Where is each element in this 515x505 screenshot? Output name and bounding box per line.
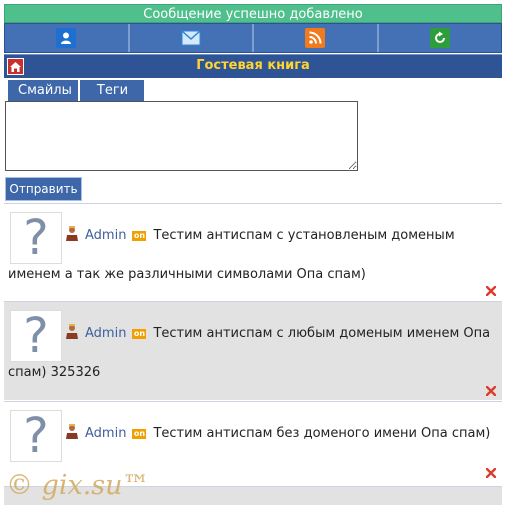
editor-tabs: Смайлы Теги — [8, 80, 146, 101]
success-notice: Сообщение успешно добавлено — [4, 4, 502, 23]
delete-icon[interactable] — [486, 468, 496, 478]
tab-tags[interactable]: Теги — [80, 80, 144, 101]
admin-role-icon — [66, 424, 78, 439]
post-text: Admin on Тестим антиспам без доменого имен… — [8, 414, 500, 453]
message-textarea[interactable] — [5, 101, 358, 171]
post-message: Тестим антиспам с любым доменым именем О… — [8, 326, 491, 380]
page-title: Гостевая книга — [196, 58, 310, 73]
online-badge: on — [132, 231, 147, 241]
user-icon — [56, 28, 77, 48]
mail-button[interactable] — [129, 24, 254, 52]
page-header: Гостевая книга — [4, 54, 502, 78]
post-author[interactable]: Admin — [85, 426, 126, 441]
post-text: Admin on Тестим антиспам с любым доменым и… — [8, 314, 500, 392]
post-message: Тестим антиспам без доменого имени Опа с… — [153, 426, 491, 441]
refresh-button[interactable] — [378, 24, 501, 52]
top-navbar — [4, 23, 502, 53]
post-author[interactable]: Admin — [85, 228, 126, 243]
delete-icon[interactable] — [486, 286, 496, 296]
admin-role-icon — [66, 324, 78, 339]
post-item: ? Admin on Тестим антиспам с установленым … — [4, 203, 502, 300]
refresh-icon — [429, 28, 450, 48]
online-badge: on — [132, 429, 147, 439]
mail-icon — [181, 28, 201, 48]
profile-button[interactable] — [5, 24, 130, 52]
rss-icon — [305, 28, 326, 48]
delete-icon[interactable] — [486, 386, 496, 396]
online-badge: on — [132, 329, 147, 339]
send-button[interactable]: Отправить — [5, 177, 82, 201]
post-text: Admin on Тестим антиспам с установленым до… — [8, 216, 500, 294]
admin-role-icon — [66, 226, 78, 241]
post-author[interactable]: Admin — [85, 326, 126, 341]
watermark: © gix.su™ — [6, 470, 150, 501]
rss-button[interactable] — [254, 24, 379, 52]
tab-smileys[interactable]: Смайлы — [8, 80, 78, 101]
post-item: ? Admin on Тестим антиспам с любым доменым… — [4, 301, 502, 400]
